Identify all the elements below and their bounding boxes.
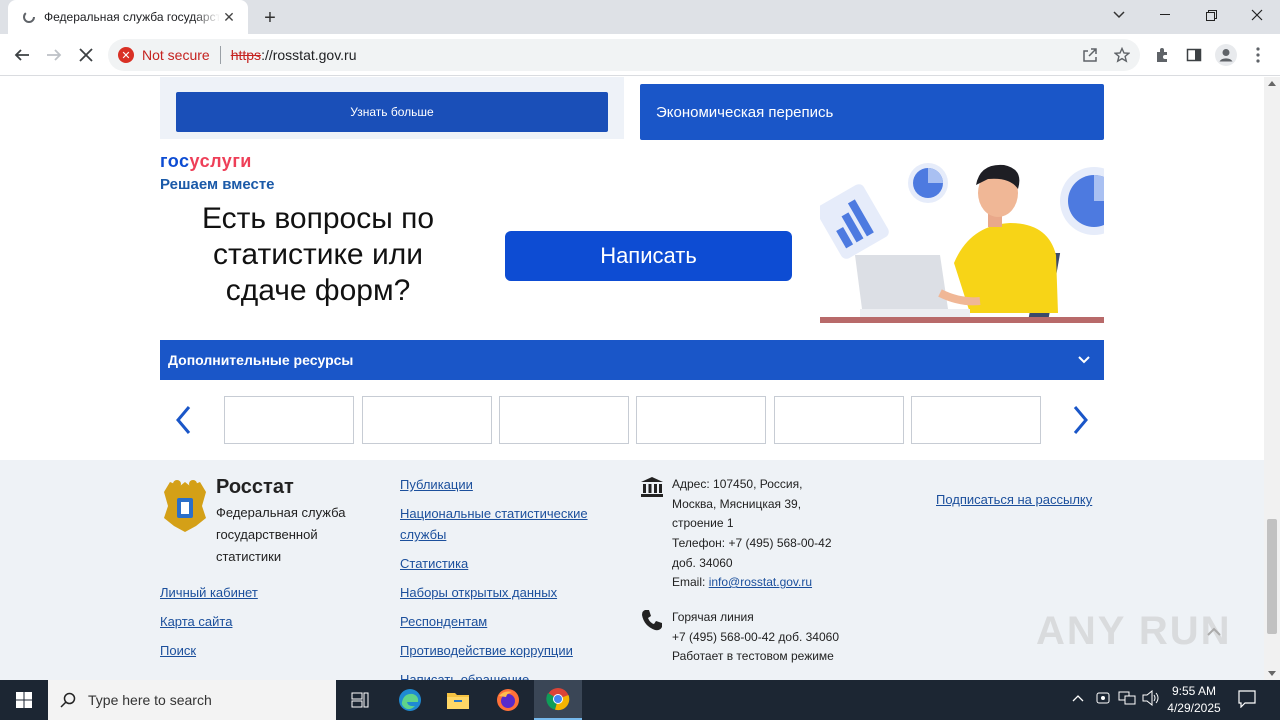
side-panel-icon[interactable] <box>1180 41 1208 69</box>
firefox-icon[interactable] <box>484 680 532 720</box>
address-bar[interactable]: ✕ Not secure https ://rosstat.gov.ru <box>108 39 1140 71</box>
windows-start-icon[interactable] <box>0 680 48 720</box>
bookmark-star-icon[interactable] <box>1108 41 1136 69</box>
resource-tile[interactable] <box>774 396 904 444</box>
scroll-thumb[interactable] <box>1267 519 1277 634</box>
stop-loading-icon[interactable] <box>72 41 100 69</box>
extensions-icon[interactable] <box>1148 41 1176 69</box>
footer-link-appeal[interactable]: Написать обращение <box>400 669 529 680</box>
tab-strip: Федеральная служба государственной стати… <box>0 0 1280 34</box>
back-icon[interactable] <box>8 41 36 69</box>
divider <box>219 46 221 64</box>
footer-link-national-services[interactable]: Национальные статистические службы <box>400 503 620 545</box>
tray-app-icon[interactable] <box>1096 690 1110 709</box>
footer-link-statistics[interactable]: Статистика <box>400 553 468 574</box>
email-link[interactable]: info@rosstat.gov.ru <box>709 575 812 589</box>
scroll-up-icon[interactable] <box>1268 81 1276 86</box>
hotline-phone: +7 (495) 568-00-42 доб. 34060 <box>672 630 839 644</box>
footer-brand-subtitle: Федеральная служба государственной стати… <box>216 505 346 564</box>
new-tab-button[interactable]: + <box>258 6 282 30</box>
forward-icon[interactable] <box>40 41 68 69</box>
economic-census-link[interactable]: Экономическая перепись <box>640 84 1104 140</box>
profile-avatar-icon[interactable] <box>1212 41 1240 69</box>
tab-search-icon[interactable] <box>1096 0 1142 30</box>
footer-link-publications[interactable]: Публикации <box>400 474 473 495</box>
footer-link-respondents[interactable]: Респондентам <box>400 611 487 632</box>
clock-time: 9:55 AM <box>1171 684 1217 698</box>
browser-toolbar: ✕ Not secure https ://rosstat.gov.ru <box>0 34 1280 76</box>
resource-tile[interactable] <box>911 396 1041 444</box>
learn-more-button[interactable]: Узнать больше <box>176 92 608 132</box>
taskbar-clock[interactable]: 9:55 AM 4/29/2025 <box>1162 683 1226 717</box>
volume-icon[interactable] <box>1142 689 1160 709</box>
anyrun-watermark: ANY RUN <box>1036 609 1232 653</box>
footer-brand: Росстат <box>216 476 294 498</box>
edge-browser-icon[interactable] <box>386 680 434 720</box>
search-icon <box>60 692 76 708</box>
resource-tile[interactable] <box>362 396 492 444</box>
chrome-icon[interactable] <box>534 680 582 720</box>
resource-tile[interactable] <box>499 396 629 444</box>
tab-close-icon[interactable]: ✕ <box>220 8 238 26</box>
tab-title: Федеральная служба государственной стати… <box>44 10 220 24</box>
url-scheme: https <box>230 47 262 63</box>
close-window-button[interactable] <box>1234 0 1280 30</box>
footer-phone: Телефон: +7 (495) 568-00-42 доб. 34060 <box>672 536 832 570</box>
scroll-to-top-icon[interactable] <box>1206 624 1230 648</box>
carousel-next-icon[interactable] <box>1068 403 1092 437</box>
additional-resources-accordion[interactable]: Дополнительные ресурсы <box>160 340 1104 380</box>
chevron-down-icon <box>1078 356 1090 364</box>
file-explorer-icon[interactable] <box>434 680 482 720</box>
footer-link-sitemap[interactable]: Карта сайта <box>160 611 232 632</box>
footer-link-cabinet[interactable]: Личный кабинет <box>160 582 258 603</box>
hotline-title: Горячая линия <box>672 610 754 624</box>
gosuslugi-tagline: Решаем вместе <box>160 176 275 193</box>
windows-taskbar: Type here to search 9:55 AM 4/29/2025 <box>0 680 1280 720</box>
search-placeholder: Type here to search <box>88 692 212 708</box>
restore-button[interactable] <box>1188 0 1234 30</box>
network-icon[interactable] <box>1118 690 1136 709</box>
footer-link-search[interactable]: Поиск <box>160 640 196 661</box>
task-view-icon[interactable] <box>336 680 384 720</box>
taskbar-search-box[interactable]: Type here to search <box>48 680 336 720</box>
clock-date: 4/29/2025 <box>1167 701 1221 715</box>
accordion-label: Дополнительные ресурсы <box>168 352 354 368</box>
not-secure-icon[interactable]: ✕ <box>118 47 134 63</box>
loading-favicon-icon <box>22 10 36 24</box>
footer-link-anticorruption[interactable]: Противодействие коррупции <box>400 640 573 661</box>
scroll-down-icon[interactable] <box>1268 671 1276 676</box>
write-button[interactable]: Написать <box>505 231 792 281</box>
hotline-note: Работает в тестовом режиме <box>672 649 834 663</box>
gosuslugi-logo[interactable]: госуслуги <box>160 151 252 172</box>
notifications-icon[interactable] <box>1238 690 1256 711</box>
rosstat-emblem-icon[interactable] <box>160 476 210 534</box>
page-scrollbar[interactable] <box>1264 77 1280 680</box>
subscribe-link[interactable]: Подписаться на рассылку <box>936 492 1092 507</box>
minimize-button[interactable] <box>1142 0 1188 30</box>
phone-icon <box>642 610 662 631</box>
resource-tile[interactable] <box>224 396 354 444</box>
building-icon <box>641 477 663 497</box>
page-viewport: Узнать больше Экономическая перепись гос… <box>0 77 1264 680</box>
security-label[interactable]: Not secure <box>142 47 210 63</box>
question-heading: Есть вопросы по статистике или сдаче фор… <box>201 202 435 307</box>
menu-kebab-icon[interactable] <box>1244 41 1272 69</box>
footer-address: Адрес: 107450, Россия, Москва, Мясницкая… <box>672 477 803 531</box>
footer-link-open-data[interactable]: Наборы открытых данных <box>400 582 557 603</box>
resource-tile[interactable] <box>636 396 766 444</box>
browser-tab[interactable]: Федеральная служба государственной стати… <box>8 0 248 34</box>
carousel-prev-icon[interactable] <box>172 403 196 437</box>
footer-email: Email: info@rosstat.gov.ru <box>672 575 813 589</box>
tray-overflow-icon[interactable] <box>1072 690 1084 705</box>
url-host: ://rosstat.gov.ru <box>261 47 357 63</box>
person-laptop-illustration <box>820 163 1104 323</box>
share-icon[interactable] <box>1076 41 1104 69</box>
